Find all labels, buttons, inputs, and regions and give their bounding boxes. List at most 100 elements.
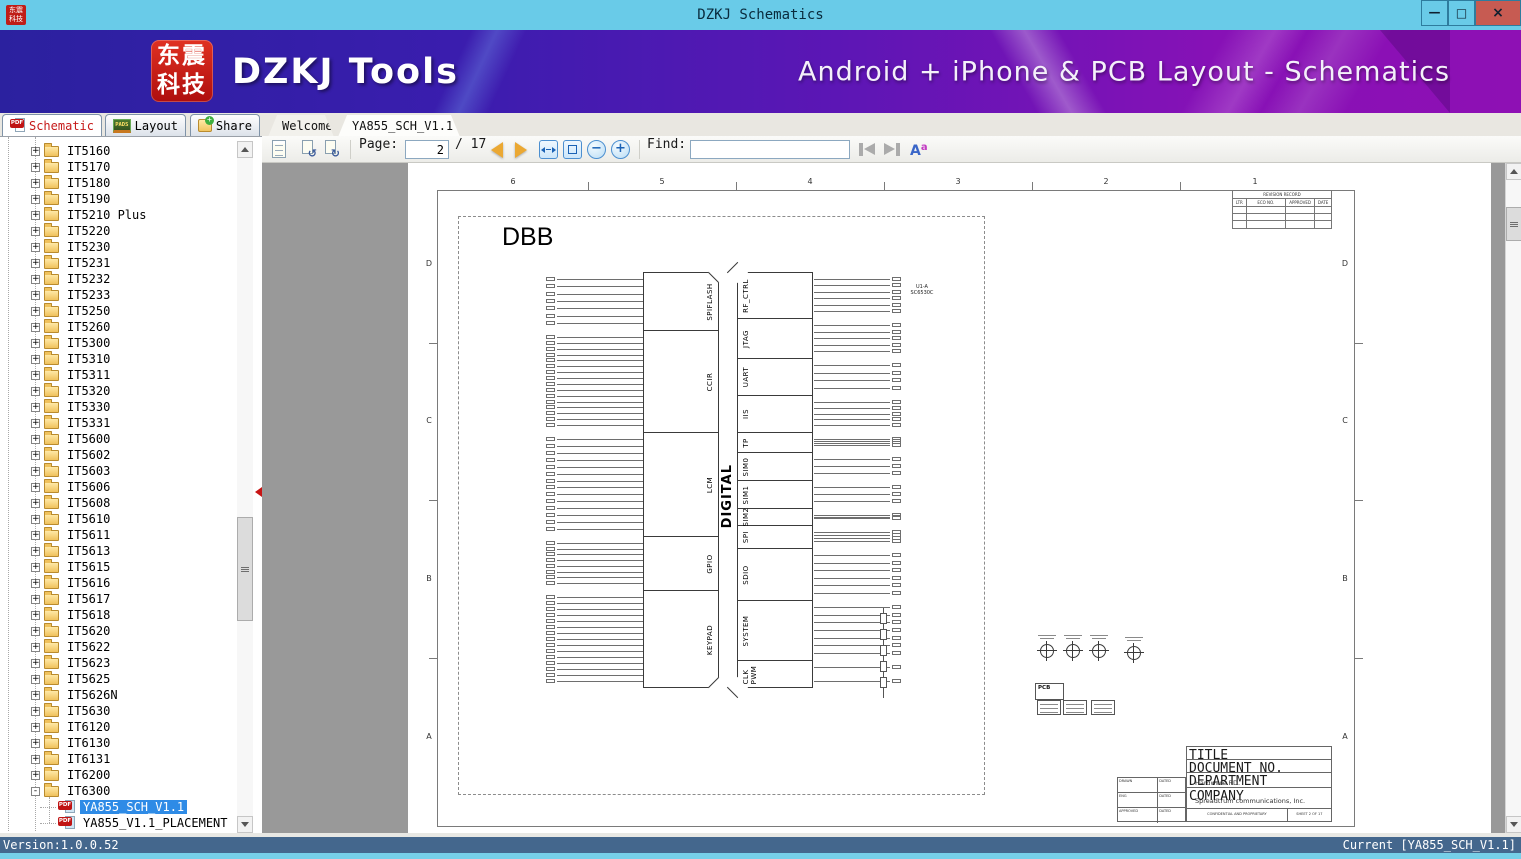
expand-toggle[interactable]: + bbox=[31, 578, 40, 588]
expand-toggle[interactable]: + bbox=[31, 610, 40, 620]
expand-toggle[interactable]: + bbox=[31, 722, 40, 732]
scroll-down-button[interactable] bbox=[1506, 816, 1521, 833]
fit-page-button[interactable] bbox=[563, 140, 582, 159]
tab-schematic[interactable]: PDF Schematic bbox=[2, 114, 102, 136]
rotate-right-icon[interactable]: ↻ bbox=[323, 140, 340, 160]
expand-toggle[interactable]: + bbox=[31, 546, 40, 556]
expand-toggle[interactable]: + bbox=[31, 194, 40, 204]
tree-folder-item[interactable]: + IT5220 bbox=[0, 222, 234, 239]
expand-toggle[interactable]: + bbox=[31, 162, 40, 172]
tree-folder-item[interactable]: + IT5602 bbox=[0, 446, 234, 463]
fit-width-button[interactable] bbox=[539, 140, 558, 159]
expand-toggle[interactable]: + bbox=[31, 178, 40, 188]
tab-share[interactable]: + Share bbox=[190, 114, 260, 136]
tree-folder-item[interactable]: + IT6120 bbox=[0, 718, 234, 735]
close-button[interactable]: × bbox=[1475, 0, 1521, 26]
expand-toggle[interactable]: + bbox=[31, 290, 40, 300]
tree-folder-item[interactable]: + IT6200 bbox=[0, 766, 234, 783]
tree-folder-item[interactable]: + IT5611 bbox=[0, 526, 234, 543]
scroll-down-button[interactable] bbox=[237, 816, 253, 833]
tree-folder-item[interactable]: + IT6131 bbox=[0, 750, 234, 767]
tree-document-item[interactable]: PDF YA855_V1.1_PLACEMENT bbox=[0, 815, 234, 831]
tree-folder-item[interactable]: + IT5160 bbox=[0, 142, 234, 159]
tree-folder-item[interactable]: - IT6300 bbox=[0, 782, 234, 799]
tree-folder-item[interactable]: + IT5210 Plus bbox=[0, 206, 234, 223]
zoom-in-button[interactable]: + bbox=[611, 140, 630, 159]
tab-document-ya855[interactable]: YA855_SCH_V1.1 × bbox=[338, 115, 460, 137]
tree-folder-item[interactable]: + IT5630 bbox=[0, 702, 234, 719]
expand-toggle[interactable]: + bbox=[31, 354, 40, 364]
tree-folder-item[interactable]: + IT5616 bbox=[0, 574, 234, 591]
tree-folder-item[interactable]: + IT5617 bbox=[0, 590, 234, 607]
match-case-icon[interactable]: Aa bbox=[910, 140, 932, 159]
tree-folder-item[interactable]: + IT5610 bbox=[0, 510, 234, 527]
page-number-input[interactable] bbox=[405, 140, 449, 159]
tree-folder-item[interactable]: + IT5250 bbox=[0, 302, 234, 319]
expand-toggle[interactable]: + bbox=[31, 146, 40, 156]
expand-toggle[interactable]: + bbox=[31, 386, 40, 396]
expand-toggle[interactable]: + bbox=[31, 322, 40, 332]
tree-folder-item[interactable]: + IT5606 bbox=[0, 478, 234, 495]
expand-toggle[interactable]: + bbox=[31, 690, 40, 700]
expand-toggle[interactable]: + bbox=[31, 498, 40, 508]
next-page-button[interactable] bbox=[515, 142, 527, 158]
tree-folder-item[interactable]: + IT5230 bbox=[0, 238, 234, 255]
copy-page-icon[interactable] bbox=[272, 140, 286, 158]
tree-folder-item[interactable]: + IT5170 bbox=[0, 158, 234, 175]
find-input[interactable] bbox=[690, 140, 850, 159]
expand-toggle[interactable]: + bbox=[31, 530, 40, 540]
maximize-button[interactable]: □ bbox=[1448, 0, 1475, 26]
tree-folder-item[interactable]: + IT5625 bbox=[0, 670, 234, 687]
expand-toggle[interactable]: + bbox=[31, 674, 40, 684]
expand-toggle[interactable]: + bbox=[31, 226, 40, 236]
tree-folder-item[interactable]: + IT5615 bbox=[0, 558, 234, 575]
expand-toggle[interactable]: + bbox=[31, 338, 40, 348]
expand-toggle[interactable]: + bbox=[31, 562, 40, 572]
expand-toggle[interactable]: + bbox=[31, 482, 40, 492]
expand-toggle[interactable]: + bbox=[31, 402, 40, 412]
tree-document-item[interactable]: PDF YA855_SCH_V1.1 bbox=[0, 799, 234, 815]
tree-folder-item[interactable]: + IT5231 bbox=[0, 254, 234, 271]
tree-folder-item[interactable]: + IT5603 bbox=[0, 462, 234, 479]
expand-toggle[interactable]: + bbox=[31, 210, 40, 220]
expand-toggle[interactable]: + bbox=[31, 434, 40, 444]
tree-folder-item[interactable]: + IT5613 bbox=[0, 542, 234, 559]
expand-toggle[interactable]: + bbox=[31, 754, 40, 764]
scrollbar-thumb[interactable] bbox=[1506, 207, 1521, 241]
viewer-scrollbar[interactable] bbox=[1505, 163, 1521, 833]
minimize-button[interactable]: — bbox=[1421, 0, 1448, 26]
expand-toggle[interactable]: + bbox=[31, 466, 40, 476]
tab-close-icon[interactable]: × bbox=[458, 120, 465, 133]
tree-folder-item[interactable]: + IT5622 bbox=[0, 638, 234, 655]
tree-folder-item[interactable]: + IT5330 bbox=[0, 398, 234, 415]
zoom-out-button[interactable]: − bbox=[587, 140, 606, 159]
find-next-icon[interactable] bbox=[882, 143, 901, 156]
tree-folder-item[interactable]: + IT5300 bbox=[0, 334, 234, 351]
tree-folder-item[interactable]: + IT5626N bbox=[0, 686, 234, 703]
expand-toggle[interactable]: + bbox=[31, 242, 40, 252]
tree-folder-item[interactable]: + IT6130 bbox=[0, 734, 234, 751]
tab-welcome[interactable]: Welcome bbox=[268, 115, 334, 137]
tree-folder-item[interactable]: + IT5320 bbox=[0, 382, 234, 399]
tree-folder-item[interactable]: + IT5311 bbox=[0, 366, 234, 383]
expand-toggle[interactable]: + bbox=[31, 658, 40, 668]
tree-folder-item[interactable]: + IT5180 bbox=[0, 174, 234, 191]
splitter-collapse-arrow[interactable] bbox=[255, 487, 262, 497]
scrollbar-thumb[interactable] bbox=[237, 517, 253, 621]
expand-toggle[interactable]: + bbox=[31, 306, 40, 316]
expand-toggle[interactable]: + bbox=[31, 514, 40, 524]
expand-toggle[interactable]: + bbox=[31, 370, 40, 380]
scroll-up-button[interactable] bbox=[237, 141, 253, 158]
scroll-up-button[interactable] bbox=[1506, 163, 1521, 180]
tree-folder-item[interactable]: + IT5600 bbox=[0, 430, 234, 447]
tree-folder-item[interactable]: + IT5608 bbox=[0, 494, 234, 511]
tree-folder-item[interactable]: + IT5310 bbox=[0, 350, 234, 367]
tab-layout[interactable]: PADS Layout bbox=[105, 114, 186, 136]
rotate-left-icon[interactable]: ↺ bbox=[300, 140, 317, 160]
previous-page-button[interactable] bbox=[491, 142, 503, 158]
tree-folder-item[interactable]: + IT5190 bbox=[0, 190, 234, 207]
find-previous-icon[interactable] bbox=[858, 143, 877, 156]
tree-folder-item[interactable]: + IT5232 bbox=[0, 270, 234, 287]
tree-scrollbar[interactable] bbox=[237, 141, 253, 833]
expand-toggle[interactable]: + bbox=[31, 738, 40, 748]
